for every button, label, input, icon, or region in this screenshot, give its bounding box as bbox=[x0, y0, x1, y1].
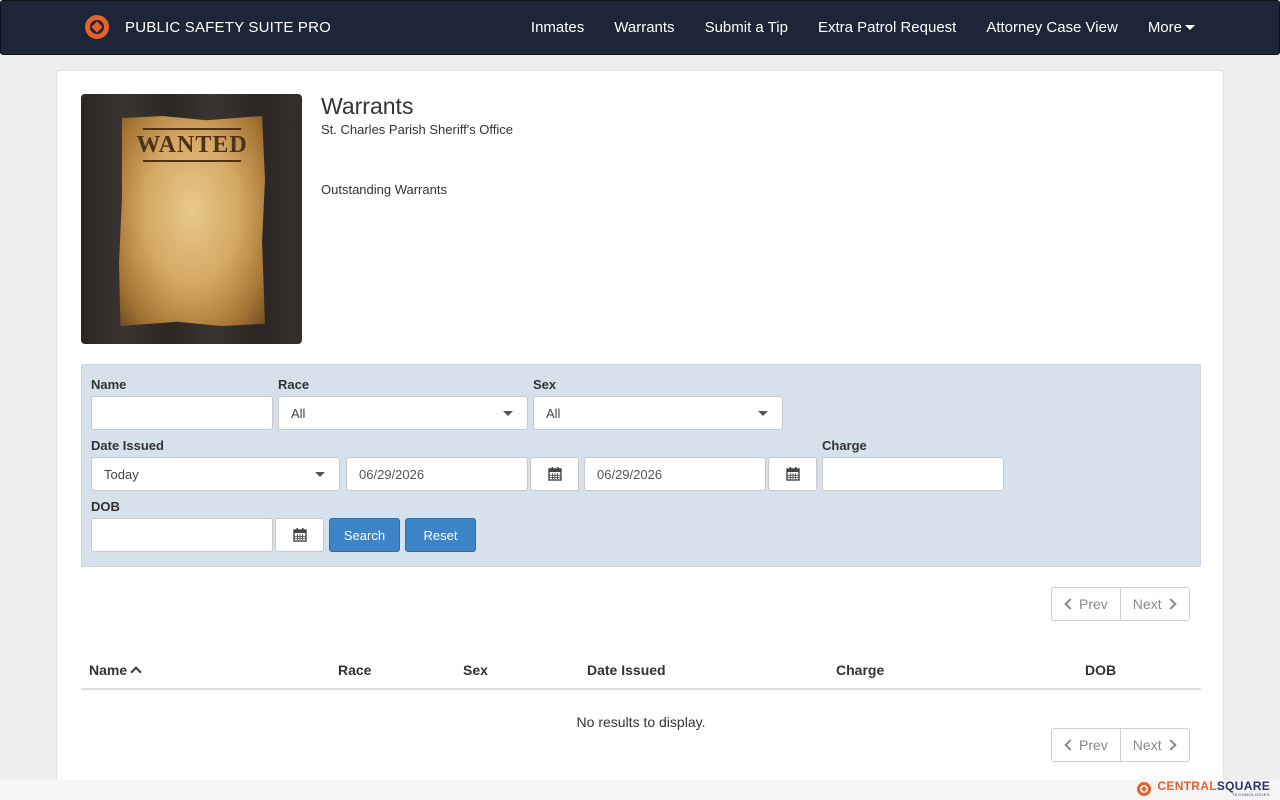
search-button[interactable]: Search bbox=[329, 518, 400, 552]
date-range-select-value: Today bbox=[104, 466, 139, 482]
column-header-date-issued[interactable]: Date Issued bbox=[587, 662, 666, 678]
next-label: Next bbox=[1132, 596, 1162, 612]
centralsquare-footer-logo[interactable]: CENTRALSQUARE TECHNOLOGIES bbox=[1137, 780, 1270, 797]
footer-logo-part2: SQUARE bbox=[1216, 779, 1270, 793]
footer-logo-sub: TECHNOLOGIES bbox=[1232, 792, 1270, 797]
charge-input[interactable] bbox=[822, 457, 1004, 491]
poster-rule-bottom bbox=[143, 160, 241, 162]
nav-item-inmates[interactable]: Inmates bbox=[531, 19, 584, 36]
sort-ascending-icon bbox=[130, 666, 142, 678]
dob-label: DOB bbox=[91, 499, 120, 514]
reset-button[interactable]: Reset bbox=[405, 518, 476, 552]
nav-menu: Inmates Warrants Submit a Tip Extra Patr… bbox=[501, 1, 1195, 54]
next-label: Next bbox=[1132, 737, 1162, 753]
prev-button-top[interactable]: Prev bbox=[1052, 588, 1120, 620]
nav-item-more-dropdown[interactable]: More bbox=[1148, 19, 1195, 36]
column-header-dob[interactable]: DOB bbox=[1085, 662, 1116, 678]
race-select[interactable]: All bbox=[278, 396, 528, 430]
date-from-input[interactable]: 06/29/2026 bbox=[346, 457, 528, 491]
sex-label: Sex bbox=[533, 377, 557, 392]
nav-item-submit-a-tip[interactable]: Submit a Tip bbox=[705, 19, 788, 36]
sex-select-value: All bbox=[546, 405, 561, 421]
charge-label: Charge bbox=[822, 438, 867, 453]
dob-input[interactable] bbox=[91, 518, 273, 552]
brand-name: PUBLIC SAFETY SUITE PRO bbox=[125, 18, 332, 36]
prev-label: Prev bbox=[1079, 737, 1108, 753]
centralsquare-logo-icon bbox=[85, 15, 109, 39]
chevron-right-icon bbox=[1164, 739, 1177, 751]
footer-logo-text: CENTRALSQUARE TECHNOLOGIES bbox=[1157, 780, 1270, 797]
page-description: Outstanding Warrants bbox=[321, 182, 447, 197]
name-label: Name bbox=[91, 377, 127, 392]
centralsquare-logo-icon bbox=[1137, 781, 1152, 796]
footer-logo-part1: CENTRAL bbox=[1157, 779, 1217, 793]
column-header-name-label: Name bbox=[89, 662, 128, 678]
next-button-top[interactable]: Next bbox=[1119, 588, 1189, 620]
search-filters: Name Race All Sex All Date Issued Today … bbox=[81, 364, 1201, 567]
nav-item-more-label: More bbox=[1147, 19, 1182, 36]
chevron-down-icon bbox=[503, 411, 513, 416]
chevron-right-icon bbox=[1164, 598, 1177, 610]
pager-bottom: Prev Next bbox=[1051, 728, 1190, 762]
sex-select[interactable]: All bbox=[533, 396, 783, 430]
empty-results-message: No results to display. bbox=[576, 714, 706, 730]
chevron-down-icon bbox=[315, 472, 325, 477]
date-to-input[interactable]: 06/29/2026 bbox=[584, 457, 766, 491]
brand-link[interactable]: PUBLIC SAFETY SUITE PRO bbox=[85, 15, 331, 39]
race-select-value: All bbox=[291, 405, 306, 421]
date-range-select[interactable]: Today bbox=[91, 457, 340, 491]
footer-logo-wordmark: CENTRALSQUARE bbox=[1157, 780, 1270, 792]
calendar-icon bbox=[547, 467, 562, 481]
main-panel: WANTED Warrants St. Charles Parish Sheri… bbox=[56, 70, 1224, 790]
page-footer: CENTRALSQUARE TECHNOLOGIES bbox=[0, 780, 1280, 800]
prev-button-bottom[interactable]: Prev bbox=[1052, 729, 1120, 761]
date-from-calendar-button[interactable] bbox=[530, 457, 579, 491]
next-button-bottom[interactable]: Next bbox=[1119, 729, 1189, 761]
pager-top: Prev Next bbox=[1051, 587, 1190, 621]
calendar-icon bbox=[292, 528, 307, 542]
poster-paper: WANTED bbox=[119, 116, 265, 326]
chevron-down-icon bbox=[758, 411, 768, 416]
column-header-sex[interactable]: Sex bbox=[463, 662, 488, 678]
chevron-left-icon bbox=[1064, 598, 1076, 610]
date-to-calendar-button[interactable] bbox=[768, 457, 817, 491]
poster-rule-top bbox=[143, 128, 241, 130]
prev-label: Prev bbox=[1079, 596, 1108, 612]
top-navbar: PUBLIC SAFETY SUITE PRO Inmates Warrants… bbox=[0, 0, 1280, 55]
date-issued-label: Date Issued bbox=[91, 438, 164, 453]
column-header-name[interactable]: Name bbox=[89, 662, 142, 678]
column-header-race[interactable]: Race bbox=[338, 662, 371, 678]
results-table-header: Name Race Sex Date Issued Charge DOB bbox=[81, 651, 1201, 690]
nav-item-extra-patrol-request[interactable]: Extra Patrol Request bbox=[818, 19, 956, 36]
dob-calendar-button[interactable] bbox=[275, 518, 324, 552]
nav-item-warrants[interactable]: Warrants bbox=[614, 19, 674, 36]
poster-title: WANTED bbox=[136, 132, 248, 158]
calendar-icon bbox=[785, 467, 800, 481]
chevron-left-icon bbox=[1064, 739, 1076, 751]
wanted-poster-image: WANTED bbox=[81, 94, 302, 344]
name-input[interactable] bbox=[91, 396, 273, 430]
caret-down-icon bbox=[1185, 25, 1195, 30]
page-title: Warrants bbox=[321, 93, 414, 119]
page-subtitle: St. Charles Parish Sheriff's Office bbox=[321, 122, 514, 137]
race-label: Race bbox=[278, 377, 310, 392]
column-header-charge[interactable]: Charge bbox=[836, 662, 884, 678]
nav-item-attorney-case-view[interactable]: Attorney Case View bbox=[986, 19, 1117, 36]
